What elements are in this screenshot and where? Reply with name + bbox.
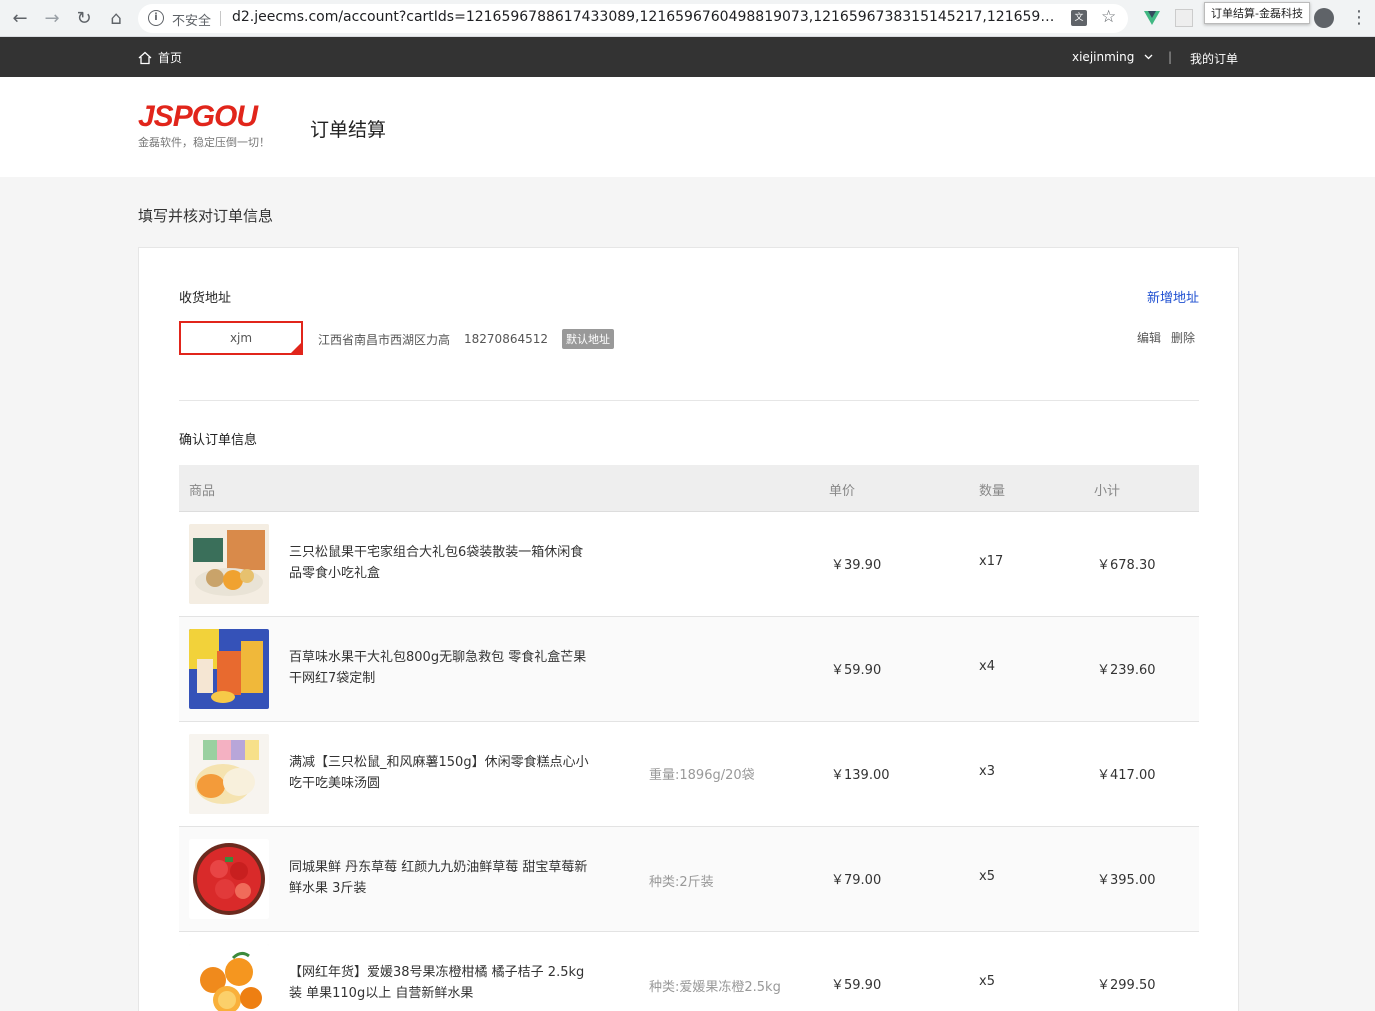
table-row: 【网红年货】爱媛38号果冻橙柑橘 橘子桔子 2.5kg装 单果110g以上 自营… (179, 932, 1199, 1011)
address-actions: 编辑 删除 (1137, 329, 1195, 346)
edit-address-link[interactable]: 编辑 (1137, 329, 1161, 346)
vue-devtools-icon[interactable] (1143, 9, 1161, 27)
bookmark-star-icon[interactable]: ☆ (1101, 7, 1116, 27)
default-address-badge: 默认地址 (562, 329, 614, 349)
address-phone: 18270864512 (464, 332, 548, 346)
quantity: x5 (979, 974, 995, 989)
site-logo[interactable]: JSPGOU 金磊软件，稳定压倒一切！ (138, 102, 270, 150)
column-header-quantity: 数量 (979, 484, 1006, 499)
column-header-unit-price: 单价 (829, 484, 856, 499)
info-icon[interactable]: i (148, 10, 164, 26)
table-row: 满减【三只松鼠_和风麻薯150g】休闲零食糕点心小吃干吃美味汤圆 重量:1896… (179, 722, 1199, 827)
new-address-link[interactable]: 新增地址 (1147, 287, 1199, 306)
column-header-product: 商品 (189, 484, 216, 499)
back-arrow-icon[interactable]: ← (8, 7, 32, 31)
product-name[interactable]: 百草味水果干大礼包800g无聊急救包 零食礼盒芒果干网红7袋定制 (289, 647, 589, 689)
order-section-title: 确认订单信息 (179, 433, 258, 448)
product-thumbnail[interactable] (189, 944, 269, 1011)
browser-toolbar: ← → ↻ ⌂ i 不安全 d2.jeecms.com/account?cart… (0, 0, 1375, 37)
quantity: x17 (979, 554, 1004, 569)
logo-slogan: 金磊软件，稳定压倒一切！ (138, 136, 270, 149)
product-name[interactable]: 满减【三只松鼠_和风麻薯150g】休闲零食糕点心小吃干吃美味汤圆 (289, 752, 589, 794)
delete-address-link[interactable]: 删除 (1171, 329, 1195, 346)
browser-menu-icon[interactable]: ⋮ (1350, 6, 1368, 30)
table-row: 百草味水果干大礼包800g无聊急救包 零食礼盒芒果干网红7袋定制 ￥59.90 … (179, 617, 1199, 722)
product-thumbnail[interactable] (189, 839, 269, 919)
order-panel: 收货地址 新增地址 xjm 江西省南昌市西湖区力高 18270864512 默认… (138, 247, 1239, 1011)
address-detail: 江西省南昌市西湖区力高 18270864512 默认地址 (318, 329, 614, 349)
table-row: 同城果鲜 丹东草莓 红颜九九奶油鲜草莓 甜宝草莓新鲜水果 3斤装 种类:2斤装 … (179, 827, 1199, 932)
order-table-header: 商品 单价 数量 小计 (179, 465, 1199, 512)
quantity: x4 (979, 659, 995, 674)
logo-text: JSPGOU (138, 100, 258, 133)
quantity: x5 (979, 869, 995, 884)
site-topbar: 首页 xiejinming | 我的订单 (0, 37, 1375, 77)
product-name[interactable]: 【网红年货】爱媛38号果冻橙柑橘 橘子桔子 2.5kg装 单果110g以上 自营… (289, 962, 589, 1004)
product-thumbnail[interactable] (189, 734, 269, 814)
product-name[interactable]: 三只松鼠果干宅家组合大礼包6袋装散装一箱休闲食品零食小吃礼盒 (289, 542, 589, 584)
reload-icon[interactable]: ↻ (72, 7, 96, 31)
subtotal: ￥395.00 (1097, 873, 1156, 888)
page-header: JSPGOU 金磊软件，稳定压倒一切！ 订单结算 (0, 77, 1375, 177)
unit-price: ￥59.90 (831, 978, 882, 993)
home-browser-icon[interactable]: ⌂ (104, 7, 128, 31)
address-recipient-name: xjm (229, 331, 253, 345)
profile-avatar-icon[interactable] (1314, 8, 1334, 28)
product-thumbnail[interactable] (189, 524, 269, 604)
unit-price: ￥139.00 (831, 768, 890, 783)
address-location: 江西省南昌市西湖区力高 (318, 332, 451, 347)
page-title: 订单结算 (310, 119, 387, 141)
product-name[interactable]: 同城果鲜 丹东草莓 红颜九九奶油鲜草莓 甜宝草莓新鲜水果 3斤装 (289, 857, 589, 899)
url-text[interactable]: d2.jeecms.com/account?cartIds=1216596788… (232, 9, 1062, 25)
username: xiejinming (1072, 50, 1135, 64)
subtotal: ￥239.60 (1097, 663, 1156, 678)
unit-price: ￥39.90 (831, 558, 882, 573)
subtotal: ￥417.00 (1097, 768, 1156, 783)
my-orders-link[interactable]: 我的订单 (1190, 50, 1238, 67)
home-icon (138, 51, 152, 64)
topbar-separator: | (1168, 50, 1173, 64)
product-spec: 种类:爱媛果冻橙2.5kg (649, 980, 781, 995)
unit-price: ￥59.90 (831, 663, 882, 678)
address-card-selected[interactable]: xjm (179, 321, 303, 355)
tab-tooltip: 订单结算-金磊科技 (1204, 2, 1310, 24)
quantity: x3 (979, 764, 995, 779)
user-menu[interactable]: xiejinming (1072, 50, 1153, 64)
unit-price: ￥79.00 (831, 873, 882, 888)
column-header-subtotal: 小计 (1094, 484, 1121, 499)
security-label: 不安全 (172, 14, 212, 29)
product-thumbnail[interactable] (189, 629, 269, 709)
address-bar[interactable]: i 不安全 d2.jeecms.com/account?cartIds=1216… (138, 4, 1128, 33)
section-heading: 填写并核对订单信息 (138, 207, 274, 225)
chevron-down-icon (1144, 54, 1153, 60)
product-spec: 重量:1896g/20袋 (649, 768, 755, 783)
section-divider (179, 400, 1199, 401)
omnibox-divider (220, 11, 221, 26)
home-link[interactable]: 首页 (138, 49, 182, 66)
subtotal: ￥299.50 (1097, 978, 1156, 993)
table-row: 三只松鼠果干宅家组合大礼包6袋装散装一箱休闲食品零食小吃礼盒 ￥39.90 x1… (179, 512, 1199, 617)
subtotal: ￥678.30 (1097, 558, 1156, 573)
home-label: 首页 (158, 51, 183, 65)
translate-icon[interactable]: 文 (1071, 10, 1087, 26)
product-spec: 种类:2斤装 (649, 875, 714, 890)
forward-arrow-icon[interactable]: → (40, 7, 64, 31)
selected-check-icon (289, 341, 303, 355)
address-section-title: 收货地址 (179, 291, 232, 306)
extension-grid-icon[interactable] (1175, 9, 1193, 27)
